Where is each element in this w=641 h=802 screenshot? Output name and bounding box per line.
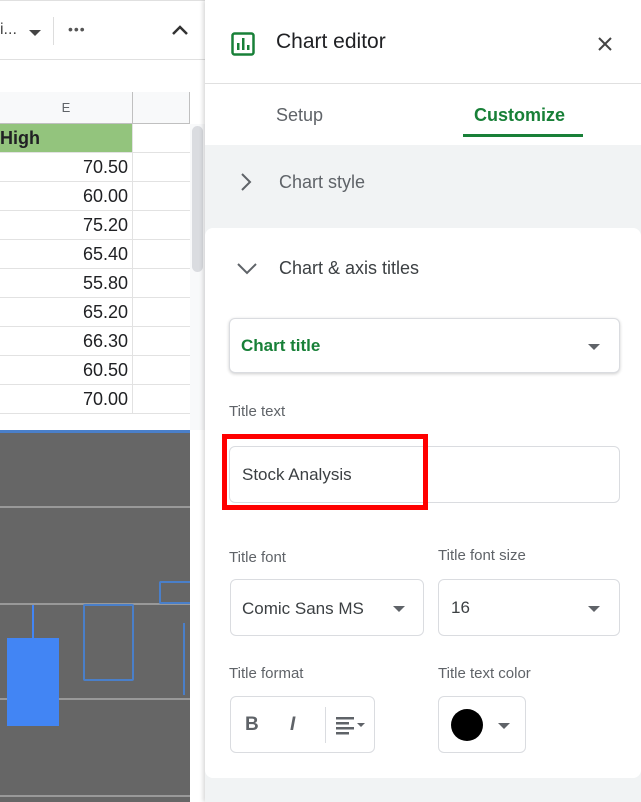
toolbar-dropdown[interactable]: i...: [0, 21, 17, 39]
cell-high-value[interactable]: 65.20: [0, 298, 133, 327]
title-text-label: Title text: [229, 403, 286, 420]
dropdown-caret-icon: [588, 606, 600, 612]
cell[interactable]: [133, 385, 190, 414]
editor-header: Chart editor Setup Customize: [205, 0, 641, 145]
title-format-controls: B I: [230, 696, 375, 753]
candle-hollow[interactable]: [159, 581, 190, 604]
cell[interactable]: [133, 124, 190, 153]
cell-high-value[interactable]: 60.00: [0, 182, 133, 211]
column-header-e[interactable]: E: [0, 92, 133, 124]
cell[interactable]: [133, 182, 190, 211]
cell-high-value[interactable]: 65.40: [0, 240, 133, 269]
editor-title: Chart editor: [276, 30, 386, 53]
collapse-chevron-up-icon[interactable]: [170, 23, 190, 37]
candlestick-chart[interactable]: [0, 430, 190, 802]
chevron-down-icon[interactable]: [236, 262, 258, 276]
divider: [205, 83, 641, 84]
cell-high-value[interactable]: 70.00: [0, 385, 133, 414]
column-header-f[interactable]: [133, 92, 190, 124]
divider: [325, 707, 326, 743]
dropdown-caret-icon: [393, 606, 405, 612]
cell[interactable]: [133, 356, 190, 385]
cell[interactable]: [133, 269, 190, 298]
chart-icon: [231, 32, 255, 56]
title-font-label: Title font: [229, 549, 286, 566]
section-chart-style[interactable]: Chart style: [205, 150, 641, 214]
title-text-color-picker[interactable]: [438, 696, 526, 753]
gridline: [0, 795, 190, 797]
italic-button[interactable]: I: [290, 714, 295, 736]
cell[interactable]: [133, 298, 190, 327]
cell-high-value[interactable]: 70.50: [0, 153, 133, 182]
scrollbar-track[interactable]: [190, 124, 205, 430]
title-font-size-label: Title font size: [438, 547, 526, 564]
dropdown-caret-icon: [588, 344, 600, 350]
candle-filled[interactable]: [7, 638, 59, 726]
header-cell-high[interactable]: High: [0, 124, 133, 153]
cell-high-value[interactable]: 55.80: [0, 269, 133, 298]
cell[interactable]: [133, 153, 190, 182]
toolbar: i... •••: [0, 0, 205, 60]
title-text-color-label: Title text color: [438, 665, 531, 682]
title-target-select[interactable]: Chart title: [229, 318, 620, 373]
title-font-select[interactable]: Comic Sans MS: [230, 579, 424, 636]
active-tab-indicator: [463, 134, 583, 137]
title-format-label: Title format: [229, 665, 304, 682]
divider: [53, 17, 54, 45]
highlight-box: [222, 434, 428, 510]
cell-high-value[interactable]: 66.30: [0, 327, 133, 356]
spreadsheet-area: i... ••• E High 70.50 60.00 75.20 65.40 55.8…: [0, 0, 205, 802]
tab-setup[interactable]: Setup: [276, 105, 323, 126]
dropdown-caret-icon[interactable]: [29, 30, 41, 36]
close-icon[interactable]: [597, 36, 613, 52]
cell-high-value[interactable]: 75.20: [0, 211, 133, 240]
gridline: [0, 506, 190, 508]
chevron-right-icon: [241, 173, 252, 191]
candle-hollow[interactable]: [83, 604, 134, 681]
cell[interactable]: [133, 211, 190, 240]
dropdown-caret-icon: [498, 723, 510, 729]
section-chart-axis-titles: Chart & axis titles Chart title Title te…: [205, 228, 641, 778]
candle-wick: [183, 623, 185, 695]
bold-button[interactable]: B: [245, 714, 259, 736]
more-options-icon[interactable]: •••: [68, 21, 86, 37]
cell-high-value[interactable]: 60.50: [0, 356, 133, 385]
scrollbar-thumb[interactable]: [192, 126, 203, 272]
cell[interactable]: [133, 327, 190, 356]
align-left-icon[interactable]: [335, 715, 367, 735]
candle-wick: [32, 605, 34, 638]
tab-customize[interactable]: Customize: [474, 105, 565, 126]
color-swatch: [451, 709, 483, 741]
title-font-size-select[interactable]: 16: [438, 579, 620, 636]
chart-editor-panel: Chart editor Setup Customize Chart style…: [205, 0, 641, 802]
cell[interactable]: [133, 240, 190, 269]
